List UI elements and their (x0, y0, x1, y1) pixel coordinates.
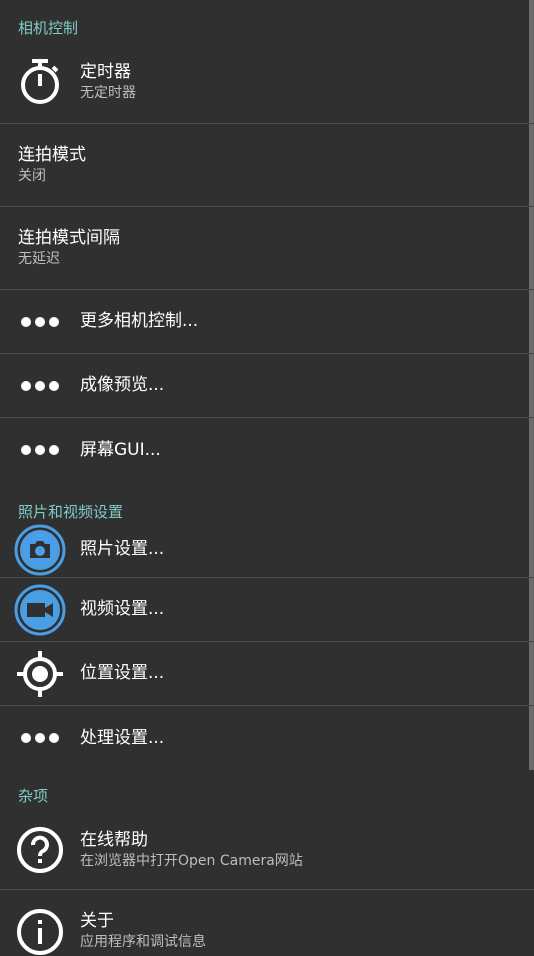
pref-title: 屏幕GUI... (80, 439, 161, 460)
pref-title: 处理设置... (80, 727, 165, 748)
pref-processing-settings[interactable]: 处理设置... (0, 706, 534, 770)
pref-location-settings[interactable]: 位置设置... (0, 642, 534, 706)
pref-summary: 无延迟 (18, 251, 60, 267)
pref-summary: 应用程序和调试信息 (80, 934, 206, 950)
pref-summary: 在浏览器中打开Open Camera网站 (80, 852, 303, 869)
pref-title: 成像预览... (80, 375, 165, 395)
pref-more-camera-controls[interactable]: 更多相机控制... (0, 290, 534, 354)
pref-title: 定时器 (80, 61, 131, 82)
pref-online-help[interactable]: 在线帮助 在浏览器中打开Open Camera网站 (0, 810, 534, 890)
pref-timer[interactable]: 定时器 无定时器 (0, 40, 534, 124)
pref-title: 连拍模式 (18, 145, 86, 165)
pref-title: 连拍模式间隔 (18, 228, 120, 248)
gps-fixed-icon (14, 648, 66, 700)
pref-title: 照片设置... (80, 539, 165, 559)
section-photo-video: 照片和视频设置 (18, 503, 124, 521)
more-horiz-icon (14, 296, 66, 348)
pref-title: 关于 (80, 911, 114, 931)
videocam-icon (14, 584, 66, 636)
more-horiz-icon (14, 712, 66, 764)
section-camera-controls: 相机控制 (18, 19, 79, 37)
pref-burst-interval[interactable]: 连拍模式间隔 无延迟 (0, 207, 534, 290)
help-icon (14, 824, 66, 876)
pref-summary: 无定时器 (80, 84, 136, 101)
pref-on-screen-gui[interactable]: 屏幕GUI... (0, 418, 534, 482)
pref-about[interactable]: 关于 应用程序和调试信息 (0, 890, 534, 955)
pref-burst-mode[interactable]: 连拍模式 关闭 (0, 124, 534, 207)
info-icon (14, 908, 66, 956)
pref-title: 更多相机控制... (80, 311, 199, 331)
pref-title: 在线帮助 (80, 829, 148, 850)
more-horiz-icon (14, 424, 66, 476)
more-horiz-icon (14, 360, 66, 412)
section-misc: 杂项 (18, 787, 49, 805)
pref-title: 位置设置... (80, 663, 165, 683)
pref-summary: 关闭 (18, 168, 46, 184)
camera-icon (14, 524, 66, 576)
pref-title: 视频设置... (80, 599, 165, 619)
pref-preview[interactable]: 成像预览... (0, 354, 534, 418)
pref-video-settings[interactable]: 视频设置... (0, 578, 534, 642)
pref-photo-settings[interactable]: 照片设置... (0, 522, 534, 578)
stopwatch-icon (14, 56, 66, 108)
